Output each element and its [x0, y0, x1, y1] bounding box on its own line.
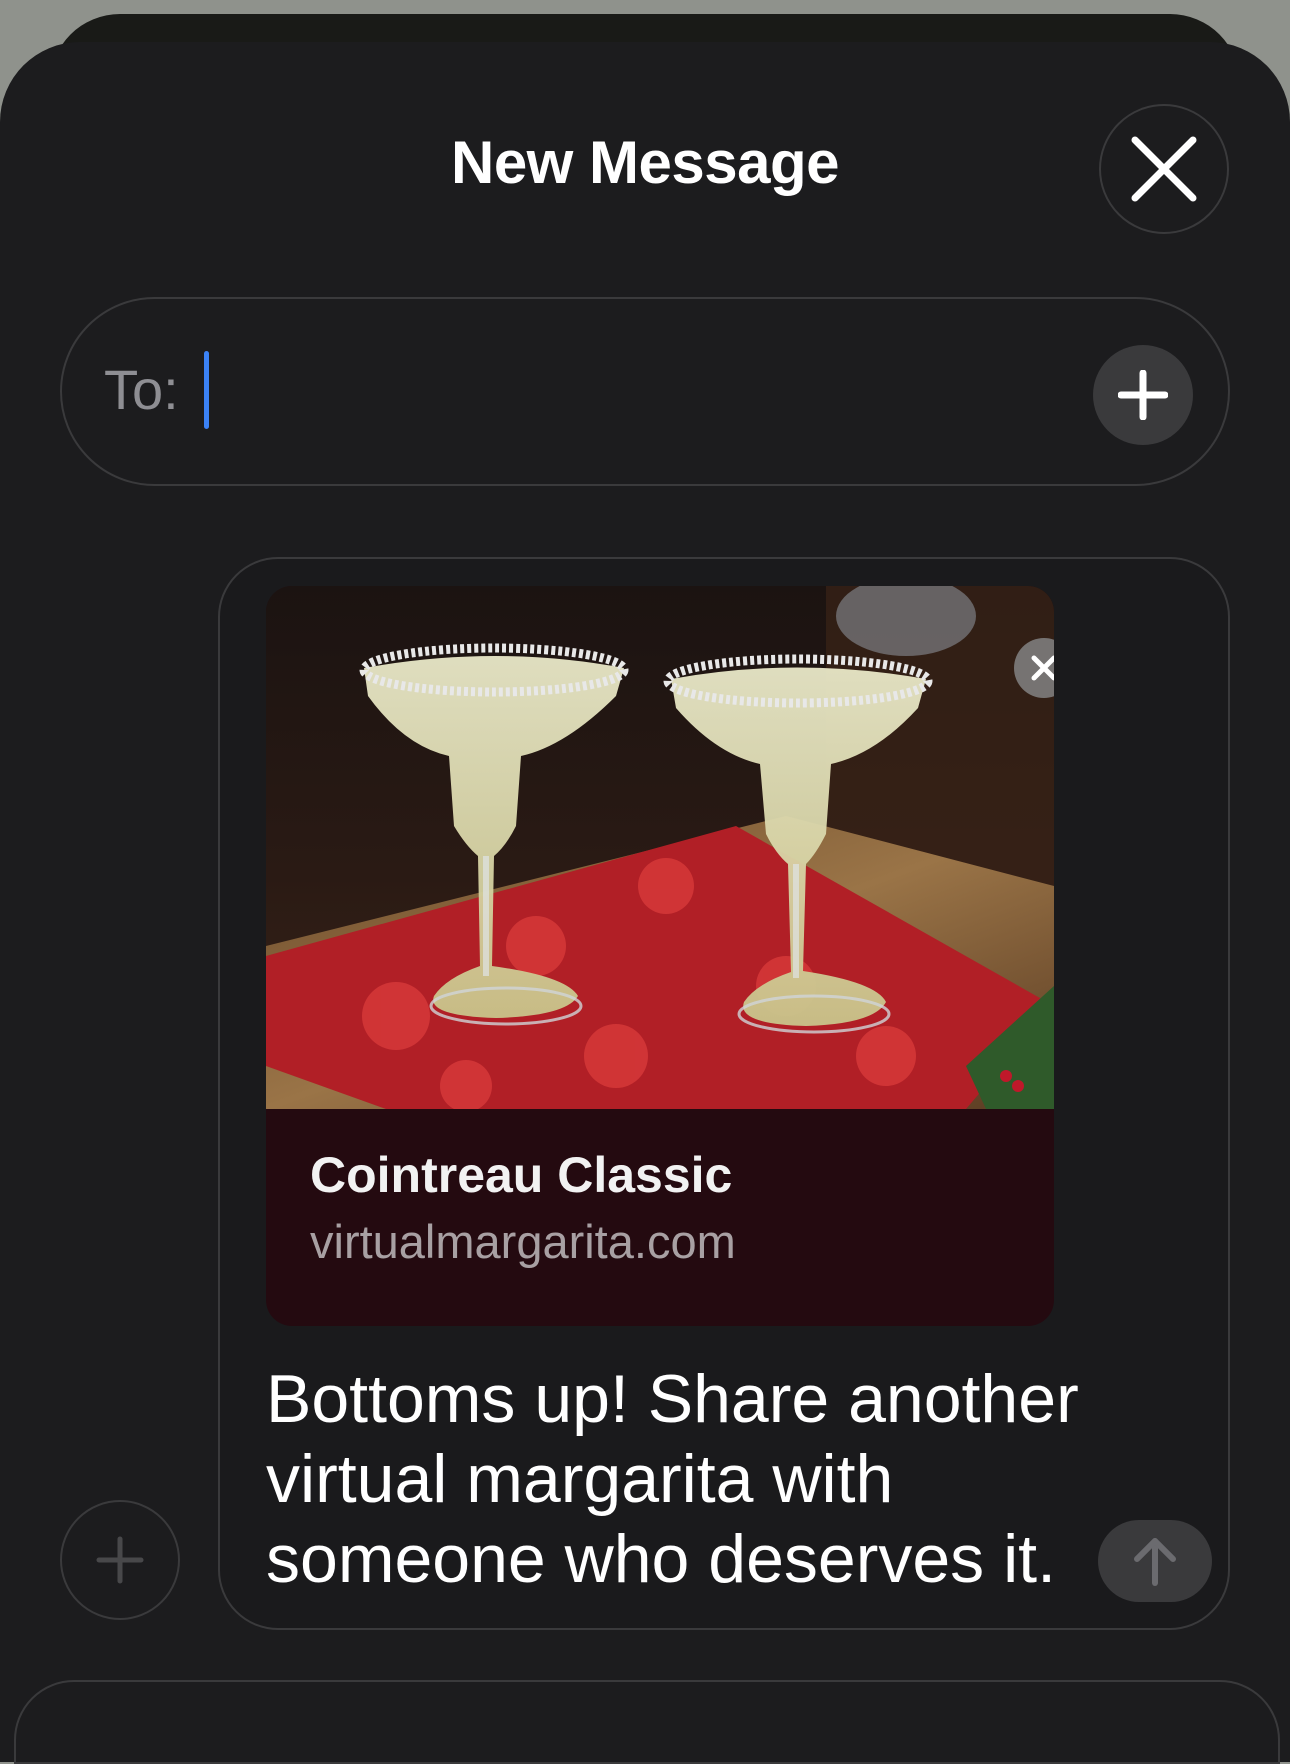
send-button[interactable]	[1098, 1520, 1212, 1602]
close-icon	[1131, 136, 1197, 202]
text-cursor	[204, 351, 209, 429]
close-button[interactable]	[1099, 104, 1229, 234]
bottom-panel-edge	[14, 1680, 1280, 1764]
to-field[interactable]: To:	[60, 297, 1230, 486]
close-icon	[1031, 655, 1054, 681]
attach-button[interactable]	[60, 1500, 180, 1620]
plus-icon	[1118, 370, 1168, 420]
to-label: To:	[104, 358, 179, 421]
link-preview-image	[266, 586, 1054, 1109]
link-preview-title: Cointreau Classic	[310, 1147, 733, 1203]
plus-icon	[96, 1536, 144, 1584]
page-title: New Message	[450, 129, 840, 196]
message-text[interactable]: Bottoms up! Share another virtual margar…	[266, 1359, 1126, 1599]
link-preview-card[interactable]: Cointreau Classic virtualmargarita.com	[266, 586, 1054, 1326]
add-recipient-button[interactable]	[1093, 345, 1193, 445]
message-compose-box[interactable]: Cointreau Classic virtualmargarita.com B…	[218, 557, 1230, 1630]
link-preview-domain: virtualmargarita.com	[310, 1215, 736, 1268]
arrow-up-icon	[1134, 1538, 1176, 1586]
